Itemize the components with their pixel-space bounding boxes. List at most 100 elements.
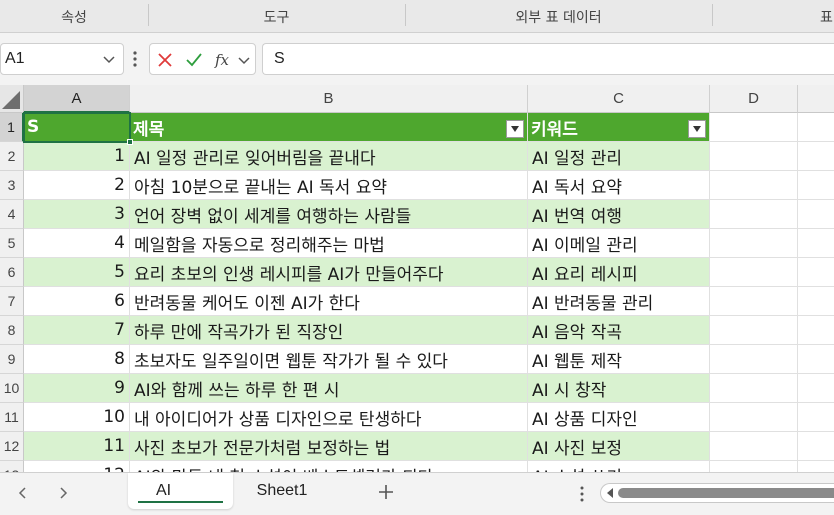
scroll-tabs-right-icon[interactable] <box>54 484 72 502</box>
checkmark-icon[interactable] <box>184 50 204 70</box>
column-header-e[interactable] <box>798 85 834 113</box>
cell-title[interactable]: 언어 장벽 없이 세계를 여행하는 사람들 <box>130 200 528 229</box>
cell-empty[interactable] <box>798 287 834 316</box>
row-header[interactable]: 10 <box>0 374 24 403</box>
cell-empty[interactable] <box>710 287 798 316</box>
cell-empty[interactable] <box>798 113 834 142</box>
cell-title[interactable]: AI와 만든 내 첫 소설이 베스트셀러가 되다 <box>130 461 528 472</box>
horizontal-scrollbar[interactable] <box>600 483 834 503</box>
cell-keyword[interactable]: AI 웹툰 제작 <box>528 345 710 374</box>
cell-number[interactable]: 2 <box>24 171 130 200</box>
table-header-keyword[interactable]: 키워드 <box>528 113 710 142</box>
row-header[interactable]: 4 <box>0 200 24 229</box>
cell-empty[interactable] <box>710 229 798 258</box>
cell-empty[interactable] <box>710 258 798 287</box>
cell-empty[interactable] <box>710 345 798 374</box>
cell-empty[interactable] <box>798 403 834 432</box>
cell-keyword[interactable]: AI 일정 관리 <box>528 142 710 171</box>
cell-keyword[interactable]: AI 요리 레시피 <box>528 258 710 287</box>
scroll-tabs-left-icon[interactable] <box>14 484 32 502</box>
more-options-icon[interactable] <box>131 49 139 69</box>
cell-number[interactable]: 12 <box>24 461 130 472</box>
cell-empty[interactable] <box>798 432 834 461</box>
cell-number[interactable]: 1 <box>24 142 130 171</box>
cell-number[interactable]: 5 <box>24 258 130 287</box>
cell-number[interactable]: 4 <box>24 229 130 258</box>
cell-title[interactable]: AI와 함께 쓰는 하루 한 편 시 <box>130 374 528 403</box>
cell-empty[interactable] <box>798 316 834 345</box>
cell-empty[interactable] <box>798 171 834 200</box>
column-header-d[interactable]: D <box>710 85 798 113</box>
fill-handle[interactable] <box>127 139 133 145</box>
filter-dropdown-icon[interactable] <box>506 120 524 138</box>
chevron-down-icon[interactable] <box>236 50 252 70</box>
column-header-c[interactable]: C <box>528 85 710 113</box>
cell-empty[interactable] <box>710 461 798 472</box>
cell-empty[interactable] <box>798 374 834 403</box>
cell-empty[interactable] <box>710 316 798 345</box>
table-header-title[interactable]: 제목 <box>130 113 528 142</box>
cell-empty[interactable] <box>798 229 834 258</box>
sheet-tab-sheet1[interactable]: Sheet1 <box>240 473 324 509</box>
chevron-down-icon[interactable] <box>101 51 117 67</box>
cell-keyword[interactable]: AI 소설 쓰기 <box>528 461 710 472</box>
cancel-icon[interactable] <box>155 50 175 70</box>
row-header[interactable]: 3 <box>0 171 24 200</box>
row-header[interactable]: 1 <box>0 113 24 142</box>
row-header[interactable]: 6 <box>0 258 24 287</box>
cell-number[interactable]: 3 <box>24 200 130 229</box>
table-header-s[interactable]: S <box>24 113 130 142</box>
cell-empty[interactable] <box>710 374 798 403</box>
sheet-tab-ai[interactable]: AI <box>128 473 233 509</box>
cell-keyword[interactable]: AI 상품 디자인 <box>528 403 710 432</box>
cell-keyword[interactable]: AI 시 창작 <box>528 374 710 403</box>
filter-dropdown-icon[interactable] <box>688 120 706 138</box>
cell-empty[interactable] <box>798 258 834 287</box>
cell-empty[interactable] <box>710 432 798 461</box>
cell-number[interactable]: 11 <box>24 432 130 461</box>
cell-keyword[interactable]: AI 번역 여행 <box>528 200 710 229</box>
name-box[interactable]: A1 <box>0 43 124 75</box>
cell-empty[interactable] <box>710 113 798 142</box>
cell-keyword[interactable]: AI 반려동물 관리 <box>528 287 710 316</box>
cell-title[interactable]: 아침 10분으로 끝내는 AI 독서 요약 <box>130 171 528 200</box>
cell-number[interactable]: 10 <box>24 403 130 432</box>
insert-function-icon[interactable]: fx <box>214 50 236 70</box>
cell-number[interactable]: 7 <box>24 316 130 345</box>
row-header[interactable]: 11 <box>0 403 24 432</box>
cell-title[interactable]: 하루 만에 작곡가가 된 직장인 <box>130 316 528 345</box>
cell-empty[interactable] <box>710 142 798 171</box>
cell-title[interactable]: 사진 초보가 전문가처럼 보정하는 법 <box>130 432 528 461</box>
add-sheet-icon[interactable] <box>376 482 396 502</box>
cell-keyword[interactable]: AI 사진 보정 <box>528 432 710 461</box>
row-header[interactable]: 9 <box>0 345 24 374</box>
scrollbar-thumb[interactable] <box>618 488 834 498</box>
cell-empty[interactable] <box>710 200 798 229</box>
cell-empty[interactable] <box>710 171 798 200</box>
cell-title[interactable]: 요리 초보의 인생 레시피를 AI가 만들어주다 <box>130 258 528 287</box>
row-header[interactable]: 8 <box>0 316 24 345</box>
cell-empty[interactable] <box>798 142 834 171</box>
row-header[interactable]: 12 <box>0 432 24 461</box>
row-header[interactable]: 7 <box>0 287 24 316</box>
cell-empty[interactable] <box>710 403 798 432</box>
row-header[interactable]: 13 <box>0 461 24 472</box>
cell-number[interactable]: 9 <box>24 374 130 403</box>
cell-number[interactable]: 6 <box>24 287 130 316</box>
row-header[interactable]: 2 <box>0 142 24 171</box>
formula-input[interactable]: S <box>262 43 834 75</box>
cell-empty[interactable] <box>798 461 834 472</box>
row-header[interactable]: 5 <box>0 229 24 258</box>
cell-keyword[interactable]: AI 이메일 관리 <box>528 229 710 258</box>
cell-number[interactable]: 8 <box>24 345 130 374</box>
cell-title[interactable]: 메일함을 자동으로 정리해주는 마법 <box>130 229 528 258</box>
cell-title[interactable]: 내 아이디어가 상품 디자인으로 탄생하다 <box>130 403 528 432</box>
column-header-b[interactable]: B <box>130 85 528 113</box>
cell-title[interactable]: AI 일정 관리로 잊어버림을 끝내다 <box>130 142 528 171</box>
cell-keyword[interactable]: AI 음악 작곡 <box>528 316 710 345</box>
select-all-button[interactable] <box>0 85 24 113</box>
cell-empty[interactable] <box>798 345 834 374</box>
scroll-left-arrow-icon[interactable] <box>607 488 613 498</box>
cell-title[interactable]: 초보자도 일주일이면 웹툰 작가가 될 수 있다 <box>130 345 528 374</box>
cell-title[interactable]: 반려동물 케어도 이젠 AI가 한다 <box>130 287 528 316</box>
